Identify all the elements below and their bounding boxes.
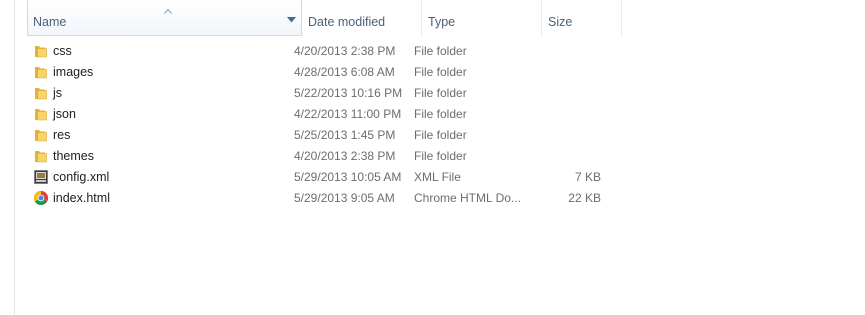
file-row-res[interactable]: res 5/25/2013 1:45 PM File folder — [15, 125, 615, 146]
folder-icon — [35, 151, 47, 163]
file-list: css 4/20/2013 2:38 PM File folder images… — [15, 41, 865, 209]
file-name: config.xml — [53, 170, 110, 184]
file-name: json — [53, 107, 76, 121]
folder-icon — [35, 130, 47, 142]
file-name: js — [53, 86, 63, 100]
column-header-name[interactable]: Name — [27, 0, 302, 36]
file-list-pane: Name Date modified Type Size css 4/20/20 — [14, 0, 865, 315]
file-date-modified: 5/22/2013 10:16 PM — [294, 86, 403, 100]
file-date-modified: 5/25/2013 1:45 PM — [294, 128, 396, 142]
file-row-themes[interactable]: themes 4/20/2013 2:38 PM File folder — [15, 146, 615, 167]
file-type: Chrome HTML Do... — [414, 191, 521, 205]
file-name: images — [53, 65, 94, 79]
file-size — [535, 83, 601, 104]
folder-icon — [35, 67, 47, 79]
file-type: File folder — [414, 149, 467, 163]
file-size: 7 KB — [574, 170, 601, 184]
folder-icon — [35, 109, 47, 121]
file-row-index-html[interactable]: index.html 5/29/2013 9:05 AM Chrome HTML… — [15, 188, 615, 209]
chevron-down-icon[interactable] — [287, 17, 296, 23]
file-date-modified: 4/20/2013 2:38 PM — [294, 44, 396, 58]
column-header-date-label: Date modified — [308, 15, 386, 29]
column-header-size-label: Size — [548, 15, 573, 29]
file-date-modified: 5/29/2013 10:05 AM — [294, 170, 402, 184]
file-date-modified: 4/22/2013 11:00 PM — [294, 107, 402, 121]
column-header-date-modified[interactable]: Date modified — [302, 0, 422, 37]
sort-ascending-icon — [164, 8, 172, 14]
column-header-type[interactable]: Type — [422, 0, 542, 37]
xml-file-icon — [34, 170, 48, 184]
file-size — [535, 104, 601, 125]
file-row-images[interactable]: images 4/28/2013 6:08 AM File folder — [15, 62, 615, 83]
file-type: File folder — [414, 128, 467, 142]
file-size — [535, 62, 601, 83]
file-date-modified: 4/20/2013 2:38 PM — [294, 149, 396, 163]
column-header-size[interactable]: Size — [542, 0, 622, 37]
chrome-html-icon — [34, 191, 48, 205]
column-header-type-label: Type — [428, 15, 456, 29]
column-header-bar: Name Date modified Type Size — [15, 0, 865, 37]
file-name: index.html — [53, 191, 110, 205]
folder-icon — [35, 46, 47, 58]
file-name: themes — [53, 149, 94, 163]
column-header-name-label: Name — [33, 15, 67, 29]
file-row-config-xml[interactable]: config.xml 5/29/2013 10:05 AM XML File 7… — [15, 167, 615, 188]
file-size: 22 KB — [568, 191, 601, 205]
file-size — [535, 41, 601, 62]
file-type: File folder — [414, 86, 467, 100]
file-date-modified: 4/28/2013 6:08 AM — [294, 65, 395, 79]
file-size — [535, 146, 601, 167]
file-row-js[interactable]: js 5/22/2013 10:16 PM File folder — [15, 83, 615, 104]
file-name: css — [53, 44, 72, 58]
folder-icon — [35, 88, 47, 100]
file-date-modified: 5/29/2013 9:05 AM — [294, 191, 395, 205]
file-size — [535, 125, 601, 146]
file-name: res — [53, 128, 71, 142]
file-type: File folder — [414, 44, 467, 58]
file-row-json[interactable]: json 4/22/2013 11:00 PM File folder — [15, 104, 615, 125]
file-type: File folder — [414, 107, 467, 121]
file-row-css[interactable]: css 4/20/2013 2:38 PM File folder — [15, 41, 615, 62]
file-type: XML File — [414, 170, 461, 184]
file-type: File folder — [414, 65, 467, 79]
